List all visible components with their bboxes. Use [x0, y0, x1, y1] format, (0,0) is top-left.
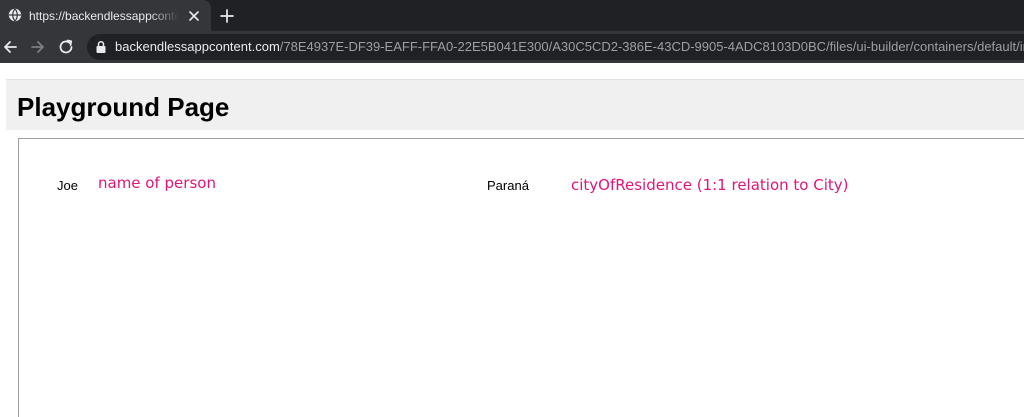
person-name-annotation: name of person — [98, 174, 216, 192]
url-path: /78E4937E-DF39-EAFF-FFA0-22E5B041E300/A3… — [279, 39, 1024, 54]
browser-toolbar: backendlessappcontent.com/78E4937E-DF39-… — [0, 31, 1024, 63]
page-header: Playground Page — [6, 79, 1024, 130]
toolbar-divider — [0, 63, 1024, 73]
content-container: Joe name of person Paraná cityOfResidenc… — [18, 138, 1024, 417]
page-viewport: Playground Page Joe name of person Paran… — [0, 73, 1024, 417]
url-text[interactable]: backendlessappcontent.com/78E4937E-DF39-… — [115, 38, 1024, 56]
person-name-text: Joe — [57, 178, 78, 193]
reload-icon[interactable] — [57, 38, 75, 56]
browser-window: https://backendlessappcontent.com b — [0, 0, 1024, 417]
tab-strip: https://backendlessappcontent.com — [0, 0, 1024, 31]
city-annotation: cityOfResidence (1:1 relation to City) — [571, 176, 849, 194]
globe-icon — [8, 8, 22, 22]
page-title: Playground Page — [17, 92, 230, 122]
address-bar[interactable]: backendlessappcontent.com/78E4937E-DF39-… — [87, 34, 1024, 60]
plus-icon[interactable] — [218, 7, 236, 25]
forward-arrow-icon[interactable] — [29, 38, 47, 56]
browser-tab[interactable]: https://backendlessappcontent.com — [0, 0, 211, 31]
lock-icon[interactable] — [95, 40, 107, 54]
close-icon[interactable] — [186, 8, 202, 24]
tab-title: https://backendlessappcontent.com — [29, 9, 179, 23]
back-arrow-icon[interactable] — [1, 38, 19, 56]
city-name-text: Paraná — [487, 178, 529, 193]
url-host: backendlessappcontent.com — [115, 39, 280, 54]
